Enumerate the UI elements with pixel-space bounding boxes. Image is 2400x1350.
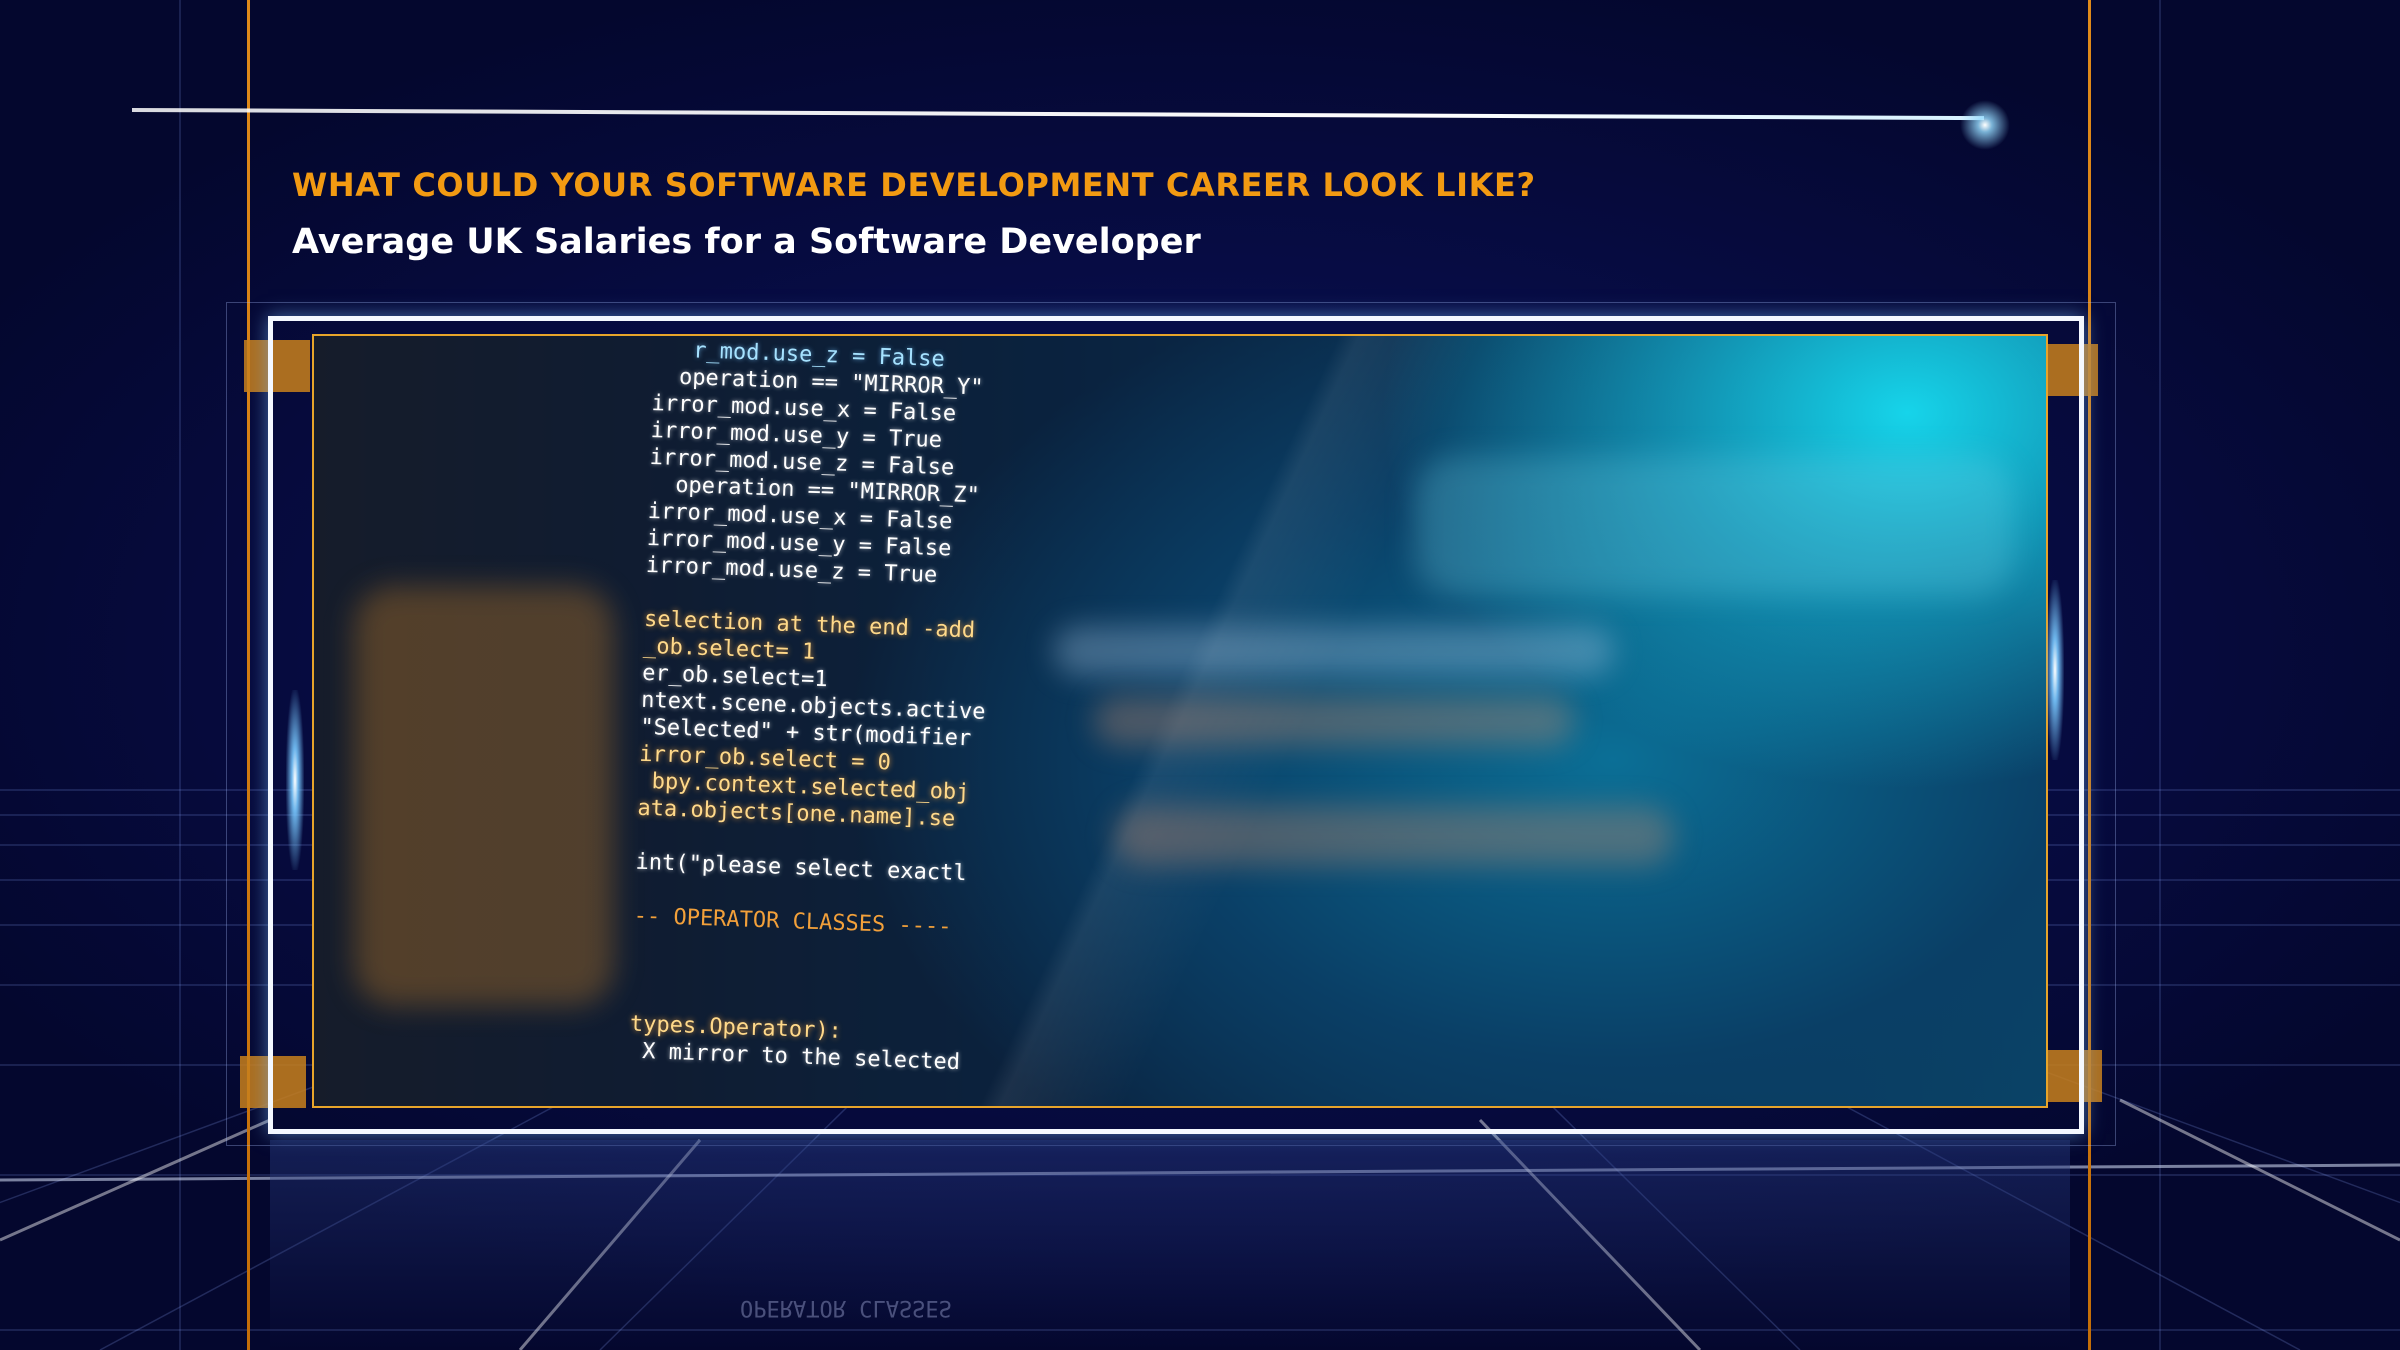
frame-glow-left bbox=[286, 690, 304, 870]
slide: WHAT COULD YOUR SOFTWARE DEVELOPMENT CAR… bbox=[0, 0, 2400, 1350]
frame-glow-right bbox=[2046, 580, 2064, 760]
floor-reflection: OPERATOR CLASSES bbox=[270, 1140, 2070, 1350]
lens-flare bbox=[1960, 100, 2010, 150]
headline: WHAT COULD YOUR SOFTWARE DEVELOPMENT CAR… bbox=[292, 166, 1536, 204]
reflection-text: OPERATOR CLASSES bbox=[740, 1295, 952, 1320]
subheadline: Average UK Salaries for a Software Devel… bbox=[292, 222, 1201, 262]
picture-frame bbox=[268, 316, 2084, 1134]
